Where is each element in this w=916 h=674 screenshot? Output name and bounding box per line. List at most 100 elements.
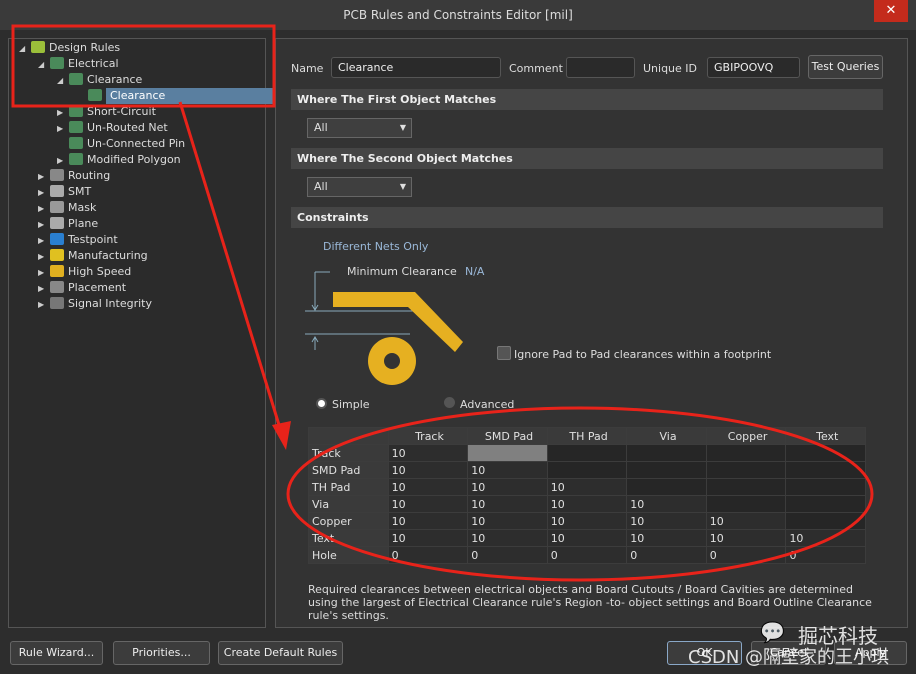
clearance-cell[interactable]: 0 — [387, 546, 469, 564]
clearance-cell — [705, 444, 787, 462]
clearance-cell[interactable] — [467, 444, 548, 462]
table-header-row: Track SMD Pad TH Pad Via Copper Text — [308, 427, 866, 445]
rule-category-icon — [50, 297, 64, 309]
table-row: SMD Pad 10 10 — [308, 461, 866, 479]
tree-item[interactable]: Clearance — [76, 88, 276, 104]
tree-item[interactable]: ▶ Signal Integrity — [38, 296, 152, 312]
clearance-cell[interactable]: 10 — [467, 461, 548, 479]
expand-arrow-icon[interactable]: ▶ — [38, 233, 50, 249]
tree-item-label: Testpoint — [68, 233, 118, 246]
clearance-cell[interactable]: 0 — [626, 546, 707, 564]
clearance-cell[interactable]: 0 — [467, 546, 548, 564]
clearance-cell[interactable]: 10 — [387, 461, 469, 479]
clearance-cell[interactable]: 10 — [546, 529, 628, 547]
tree-item[interactable]: ◢ Clearance — [57, 72, 142, 88]
clearance-cell[interactable]: 10 — [785, 529, 866, 547]
tree-item[interactable]: Un-Connected Pin — [57, 136, 185, 152]
clearance-cell[interactable]: 10 — [626, 495, 707, 513]
table-row: Copper 10 10 10 10 10 — [308, 512, 866, 530]
expand-arrow-icon[interactable]: ▶ — [57, 121, 69, 137]
clearance-cell[interactable]: 10 — [387, 512, 469, 530]
advanced-radio[interactable] — [444, 397, 455, 408]
clearance-cell — [546, 461, 628, 479]
rule-category-icon — [50, 233, 64, 245]
simple-radio[interactable] — [316, 398, 327, 409]
tree-item-label: Electrical — [68, 57, 119, 70]
expand-arrow-icon[interactable]: ▶ — [38, 281, 50, 297]
expand-arrow-icon[interactable]: ▶ — [57, 105, 69, 121]
tree-item[interactable]: ▶ SMT — [38, 184, 91, 200]
rule-category-icon — [69, 153, 83, 165]
different-nets-link[interactable]: Different Nets Only — [323, 240, 428, 253]
clearance-cell[interactable]: 10 — [387, 495, 469, 513]
row-header: Hole — [308, 546, 389, 564]
expand-arrow-icon[interactable]: ▶ — [38, 201, 50, 217]
clearance-cell[interactable]: 10 — [467, 478, 548, 496]
test-queries-button[interactable]: Test Queries — [808, 55, 883, 79]
clearance-cell[interactable]: 10 — [546, 478, 628, 496]
rule-wizard-button[interactable]: Rule Wizard... — [10, 641, 103, 665]
second-object-dropdown[interactable]: All ▼ — [307, 177, 412, 197]
clearance-cell[interactable]: 10 — [387, 444, 469, 462]
clearance-cell[interactable]: 10 — [467, 495, 548, 513]
tree-item[interactable]: ▶ High Speed — [38, 264, 131, 280]
tree-item[interactable]: ◢ Design Rules — [19, 40, 120, 56]
tree-item-label: Clearance — [106, 88, 276, 104]
clearance-cell[interactable]: 0 — [705, 546, 787, 564]
column-header: Text — [785, 427, 866, 445]
close-button[interactable]: ✕ — [874, 0, 908, 22]
clearance-cell — [785, 461, 866, 479]
tree-item[interactable]: ▶ Routing — [38, 168, 110, 184]
second-object-value: All — [314, 180, 328, 193]
expand-arrow-icon[interactable]: ▶ — [38, 297, 50, 313]
expand-arrow-icon[interactable]: ▶ — [38, 265, 50, 281]
expand-arrow-icon[interactable]: ▶ — [38, 249, 50, 265]
tree-item[interactable]: ▶ Manufacturing — [38, 248, 148, 264]
clearance-cell[interactable]: 0 — [546, 546, 628, 564]
rule-category-icon — [69, 121, 83, 133]
rule-tree[interactable]: ◢ Design Rules ◢ Electrical ◢ Clearance Cleara… — [8, 38, 276, 628]
clearance-cell[interactable]: 10 — [467, 529, 548, 547]
name-input[interactable]: Clearance — [331, 57, 501, 78]
create-default-rules-button[interactable]: Create Default Rules — [218, 641, 343, 665]
clearance-cell[interactable]: 10 — [546, 495, 628, 513]
tree-item-label: Manufacturing — [68, 249, 148, 262]
clearance-cell[interactable]: 10 — [387, 529, 469, 547]
clearance-cell[interactable]: 10 — [387, 478, 469, 496]
clearance-cell[interactable]: 10 — [467, 512, 548, 530]
first-object-dropdown[interactable]: All ▼ — [307, 118, 412, 138]
comment-input[interactable] — [566, 57, 635, 78]
row-header: TH Pad — [308, 478, 389, 496]
expand-arrow-icon[interactable]: ◢ — [38, 57, 50, 73]
expand-arrow-icon[interactable]: ▶ — [38, 169, 50, 185]
expand-arrow-icon[interactable]: ◢ — [57, 73, 69, 89]
clearance-cell[interactable]: 10 — [705, 529, 787, 547]
rule-category-icon — [88, 89, 102, 101]
tree-item[interactable]: ▶ Un-Routed Net — [57, 120, 168, 136]
tree-item[interactable]: ◢ Electrical — [38, 56, 119, 72]
expand-arrow-icon[interactable]: ▶ — [57, 153, 69, 169]
expand-arrow-icon[interactable]: ◢ — [19, 41, 31, 57]
tree-item[interactable]: ▶ Modified Polygon — [57, 152, 181, 168]
priorities-button[interactable]: Priorities... — [113, 641, 210, 665]
ignore-pad-checkbox[interactable] — [497, 346, 511, 360]
clearance-cell[interactable]: 10 — [705, 512, 787, 530]
column-header: Copper — [705, 427, 787, 445]
rule-category-icon — [31, 41, 45, 53]
expand-arrow-icon[interactable]: ▶ — [38, 217, 50, 233]
tree-item[interactable]: ▶ Short-Circuit — [57, 104, 156, 120]
clearance-cell[interactable]: 10 — [546, 512, 628, 530]
clearance-diagram — [305, 271, 463, 385]
clearance-cell — [626, 461, 707, 479]
row-header: Track — [308, 444, 389, 462]
expand-arrow-icon[interactable]: ▶ — [38, 185, 50, 201]
tree-item[interactable]: ▶ Plane — [38, 216, 98, 232]
clearance-cell[interactable]: 0 — [785, 546, 866, 564]
tree-item[interactable]: ▶ Placement — [38, 280, 126, 296]
unique-id-input[interactable]: GBIPOOVQ — [707, 57, 800, 78]
clearance-cell[interactable]: 10 — [626, 512, 707, 530]
clearance-cell[interactable]: 10 — [626, 529, 707, 547]
tree-item[interactable]: ▶ Mask — [38, 200, 96, 216]
constraints-header: Constraints — [291, 207, 883, 228]
tree-item[interactable]: ▶ Testpoint — [38, 232, 118, 248]
